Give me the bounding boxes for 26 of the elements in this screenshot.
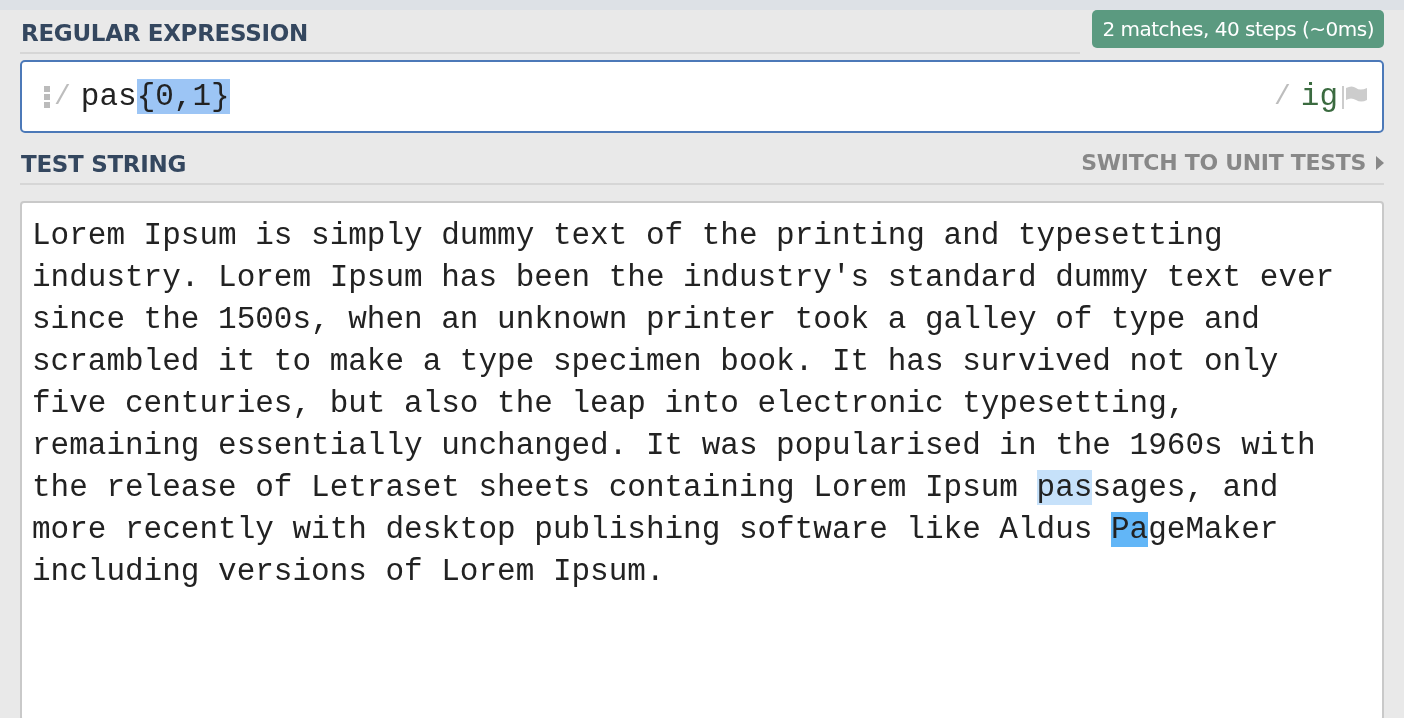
match-highlight: pas xyxy=(1036,470,1093,505)
text-line: geMaker xyxy=(1148,512,1279,547)
test-string-field[interactable] xyxy=(20,201,1384,718)
match-highlight: Pa xyxy=(1111,512,1149,547)
text-line: industry. Lorem Ipsum has been the industry's standard dummy text ever xyxy=(32,260,1335,295)
text-line: remaining essentially unchanged. It was popularised in the 1960s with xyxy=(32,428,1316,463)
quantifier-token: {0,1} xyxy=(136,79,230,114)
text-line: sages, and xyxy=(1092,470,1279,505)
regex-delimiter: / xyxy=(54,81,71,112)
drag-handle-icon[interactable] xyxy=(44,85,50,108)
match-status-badge: 2 matches, 40 steps (~0ms) xyxy=(1092,10,1384,48)
text-line: the release of Letraset sheets containing Lorem Ipsum xyxy=(32,470,1019,505)
text-line: Lorem Ipsum is simply dummy text of the printing and typesetting xyxy=(32,218,1223,253)
section-title: REGULAR EXPRESSION xyxy=(20,10,1081,54)
regex-flags[interactable]: ig xyxy=(1300,79,1338,114)
flag-icon[interactable] xyxy=(1342,84,1368,109)
text-line: more recently with desktop publishing software like Aldus xyxy=(32,512,1094,547)
section-title: TEST STRING xyxy=(20,141,1082,185)
regex-delimiter: / xyxy=(1273,81,1291,112)
caret-icon xyxy=(1376,155,1384,170)
text-line: since the 1500s, when an unknown printer took a galley of type and xyxy=(32,302,1260,337)
text-line: scrambled it to make a type specimen book. It has survived not only xyxy=(32,344,1279,379)
regex-field[interactable]: / pas{0,1} / ig xyxy=(20,60,1384,133)
text-line: including versions of Lorem Ipsum. xyxy=(32,554,665,589)
literal-token: pas xyxy=(80,79,137,114)
text-line: five centuries, but also the leap into electronic typesetting, xyxy=(32,386,1186,421)
